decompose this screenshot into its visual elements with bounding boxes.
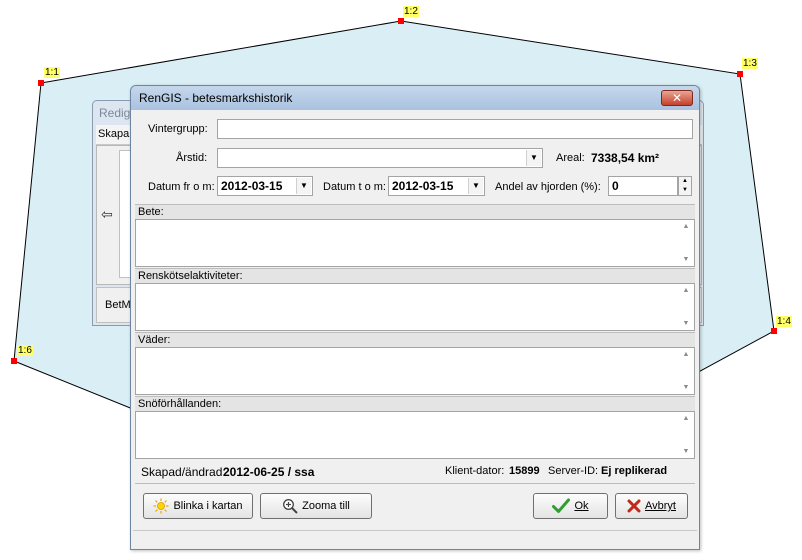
bete-label: Bete: <box>138 206 164 218</box>
close-x-icon: ✕ <box>671 91 683 105</box>
back-arrow-icon[interactable]: ⇦ <box>101 206 113 223</box>
checkmark-icon <box>552 498 571 513</box>
ok-label: Ok <box>574 500 589 512</box>
klient-value: 15899 <box>509 465 540 477</box>
sun-icon <box>153 498 169 514</box>
avbryt-label: Avbryt <box>645 500 676 512</box>
vertex-1-4[interactable] <box>771 328 777 334</box>
andel-value: 0 <box>612 179 619 193</box>
areal-label: Areal: <box>556 152 585 164</box>
spin-down-icon[interactable]: ▼ <box>679 186 691 195</box>
chevron-down-icon[interactable]: ▼ <box>526 150 541 166</box>
datum-to-label: Datum t o m: <box>323 181 386 193</box>
dialog-title: RenGIS - betesmarkshistorik <box>139 91 293 105</box>
vader-label: Väder: <box>138 334 171 346</box>
vintergrupp-input[interactable] <box>217 119 693 139</box>
snoforhallanden-label: Snöförhållanden: <box>138 398 222 410</box>
datum-from-label: Datum fr o m: <box>148 181 215 193</box>
zooma-label: Zooma till <box>302 500 350 512</box>
server-label: Server-ID: <box>548 465 599 477</box>
vertex-label-1-4: 1:4 <box>776 316 792 327</box>
ok-button[interactable]: Ok <box>533 493 608 519</box>
betesmarkshistorik-dialog: RenGIS - betesmarkshistorik ✕ Vintergrup… <box>130 85 700 550</box>
blinka-label: Blinka i kartan <box>173 500 243 512</box>
vertex-label-1-6: 1:6 <box>17 345 33 356</box>
datum-from-picker[interactable]: 2012-03-15 ▼ <box>217 176 313 196</box>
datum-from-value: 2012-03-15 <box>221 179 283 193</box>
server-value: Ej replikerad <box>601 465 668 477</box>
renskotsel-textarea[interactable]: ▲ ▼ <box>135 283 695 331</box>
renskotsel-header: Renskötselaktiviteter: <box>135 268 695 283</box>
spin-up-icon[interactable]: ▲ <box>679 177 691 186</box>
avbryt-button[interactable]: Avbryt <box>615 493 688 519</box>
snoforhallanden-scrollbar[interactable]: ▲ ▼ <box>678 412 694 458</box>
bete-header: Bete: <box>135 204 695 219</box>
zoom-in-icon <box>283 499 298 514</box>
background-bottom-label: BetM <box>105 299 131 311</box>
vertex-1-3[interactable] <box>737 71 743 77</box>
dialog-titlebar[interactable]: RenGIS - betesmarkshistorik ✕ <box>131 86 699 110</box>
vertex-1-2[interactable] <box>398 18 404 24</box>
datum-to-picker[interactable]: 2012-03-15 ▼ <box>388 176 485 196</box>
blinka-button[interactable]: Blinka i kartan <box>143 493 253 519</box>
menu-item-skapa[interactable]: Skapa <box>98 128 129 140</box>
bete-scrollbar[interactable]: ▲ ▼ <box>678 220 694 266</box>
renskotsel-label: Renskötselaktiviteter: <box>138 270 243 282</box>
skapad-label: Skapad/ändrad: <box>141 465 226 479</box>
andel-input[interactable]: 0 <box>608 176 678 196</box>
andel-label: Andel av hjorden (%): <box>495 181 601 193</box>
vintergrupp-label: Vintergrupp: <box>148 123 208 135</box>
cancel-x-icon <box>627 499 641 513</box>
bete-textarea[interactable]: ▲ ▼ <box>135 219 695 267</box>
chevron-down-icon[interactable]: ▼ <box>296 178 311 194</box>
vertex-label-1-3: 1:3 <box>742 58 758 69</box>
status-bar <box>133 530 697 548</box>
background-window-title: Redig <box>99 106 131 120</box>
arstid-select[interactable]: ▼ <box>217 148 543 168</box>
skapad-value: 2012-06-25 / ssa <box>223 465 315 479</box>
close-button[interactable]: ✕ <box>661 90 693 106</box>
arstid-label: Årstid: <box>176 152 208 164</box>
renskotsel-scrollbar[interactable]: ▲ ▼ <box>678 284 694 330</box>
vertex-1-1[interactable] <box>38 80 44 86</box>
vertex-label-1-1: 1:1 <box>44 67 60 78</box>
vader-scrollbar[interactable]: ▲ ▼ <box>678 348 694 394</box>
areal-value: 7338,54 km² <box>591 151 660 165</box>
chevron-down-icon[interactable]: ▼ <box>468 178 483 194</box>
vertex-label-1-2: 1:2 <box>403 6 419 17</box>
vader-header: Väder: <box>135 332 695 347</box>
button-separator <box>135 483 695 484</box>
klient-label: Klient-dator: <box>445 465 505 477</box>
vader-textarea[interactable]: ▲ ▼ <box>135 347 695 395</box>
vertex-1-6[interactable] <box>11 358 17 364</box>
zooma-button[interactable]: Zooma till <box>260 493 372 519</box>
snoforhallanden-textarea[interactable]: ▲ ▼ <box>135 411 695 459</box>
datum-to-value: 2012-03-15 <box>392 179 454 193</box>
snoforhallanden-header: Snöförhållanden: <box>135 396 695 411</box>
andel-spinner[interactable]: ▲ ▼ <box>678 176 692 196</box>
